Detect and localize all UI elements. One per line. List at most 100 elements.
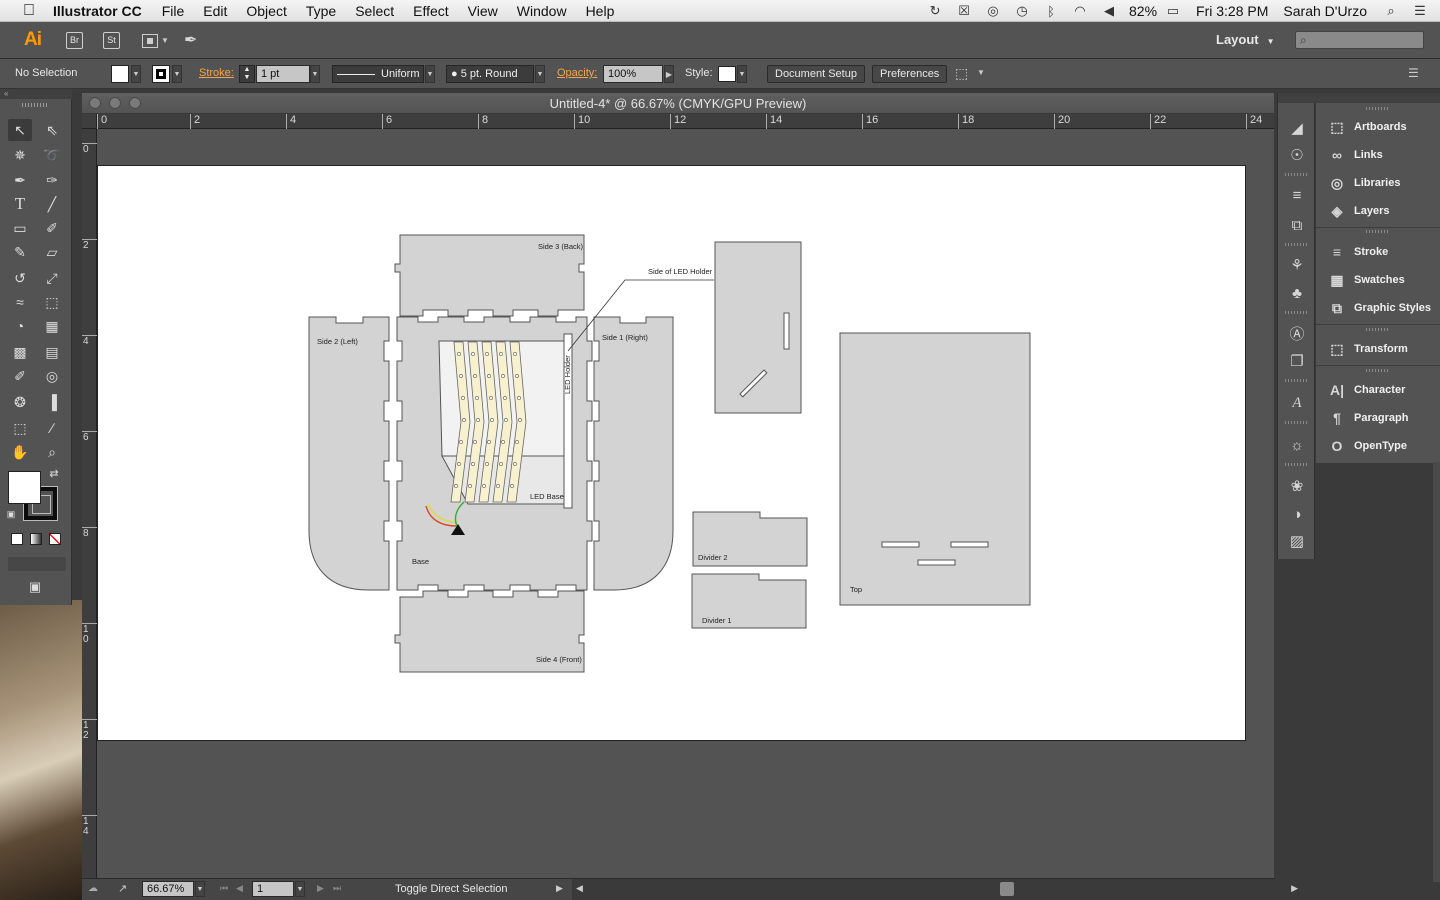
color-icon[interactable]: ❀ <box>1287 476 1307 496</box>
opacity-label[interactable]: Opacity: <box>557 67 597 79</box>
vertical-scrollbar[interactable] <box>1433 462 1440 882</box>
shaper-tool-icon[interactable]: ✎ <box>8 241 32 263</box>
preferences-button[interactable]: Preferences <box>872 65 948 83</box>
search-input[interactable]: ⌕ <box>1295 31 1424 49</box>
collapse-arrows-icon[interactable]: « <box>0 89 72 99</box>
clock[interactable]: Fri 3:28 PM <box>1196 3 1268 19</box>
creative-cloud-icon[interactable]: ◎ <box>984 3 1002 18</box>
horizontal-scrollbar[interactable]: ◀ ▶ <box>572 879 1298 900</box>
rotate-tool-icon[interactable]: ↺ <box>8 267 32 289</box>
bluetooth-icon[interactable]: ᛒ <box>1042 4 1060 19</box>
align-icon[interactable]: ≡ <box>1287 185 1307 205</box>
notification-center-icon[interactable]: ☰ <box>1411 3 1429 18</box>
status-menu-arrow-icon[interactable]: ▶ <box>556 883 563 894</box>
glyphs-icon[interactable]: Ⓐ <box>1287 323 1307 343</box>
blend-tool-icon[interactable]: ◎ <box>40 365 64 387</box>
curvature-tool-icon[interactable]: ✑ <box>40 169 64 191</box>
panel-grip[interactable] <box>1366 328 1388 331</box>
first-artboard-icon[interactable]: ⏮ <box>220 883 228 894</box>
sync-status-icon[interactable]: ↻ <box>926 3 944 18</box>
stroke-weight-stepper[interactable]: ▲ ▼ <box>239 65 255 83</box>
panel-grip[interactable] <box>1366 107 1388 110</box>
direct-selection-tool-icon[interactable]: ⇖ <box>40 119 64 141</box>
panel-grip[interactable] <box>1285 463 1307 466</box>
stroke-weight-dropdown[interactable]: ▼ <box>310 65 320 83</box>
collapse-arrows-icon[interactable] <box>1316 93 1440 103</box>
graphic-style-dropdown[interactable]: ▼ <box>737 65 747 83</box>
isolate-object-icon[interactable]: ⬚ <box>955 65 968 82</box>
opacity-slider-toggle[interactable]: ▶ <box>664 65 674 83</box>
color-guide-icon[interactable]: ◢ <box>1287 118 1307 138</box>
drawing-modes[interactable] <box>8 557 66 571</box>
panel-paragraph[interactable]: ¶ Paragraph <box>1316 404 1440 432</box>
menu-object[interactable]: Object <box>246 3 286 19</box>
app-menu[interactable]: Illustrator CC <box>53 3 142 19</box>
transparency-icon[interactable]: ◑ <box>1287 504 1307 524</box>
menu-edit[interactable]: Edit <box>203 3 227 19</box>
eyedropper-tool-icon[interactable]: ✐ <box>8 365 32 387</box>
panel-grip[interactable] <box>1366 369 1388 372</box>
artboard-tool-icon[interactable]: ⬚ <box>8 417 32 439</box>
collapse-arrows-icon[interactable] <box>1278 93 1316 103</box>
rectangle-tool-icon[interactable]: ▭ <box>8 217 32 239</box>
menu-view[interactable]: View <box>468 3 498 19</box>
variable-width-profile[interactable]: Uniform <box>332 65 424 83</box>
panel-grip[interactable] <box>1285 379 1307 382</box>
hand-tool-icon[interactable]: ✋ <box>8 441 32 463</box>
scale-tool-icon[interactable]: ⤢ <box>40 267 64 289</box>
vertical-ruler[interactable]: 0 2 4 6 8 10 12 14 <box>82 129 97 878</box>
stock-button[interactable]: St <box>103 32 120 49</box>
volume-icon[interactable]: ◀ <box>1100 3 1118 18</box>
stroke-color-dropdown[interactable]: ▼ <box>172 65 182 83</box>
export-icon[interactable]: ↗ <box>118 882 127 895</box>
arrange-documents-button[interactable]: ▼ <box>142 32 172 49</box>
panel-grip[interactable] <box>22 103 48 107</box>
zoom-level-input[interactable]: 66.67% <box>142 881 194 897</box>
apple-menu-icon[interactable]:  <box>19 2 39 20</box>
fill-swatch[interactable] <box>111 65 129 83</box>
none-mode-button[interactable] <box>49 533 61 545</box>
shape-builder-tool-icon[interactable]: ◔ <box>8 315 32 337</box>
pathfinder-icon[interactable]: ⧉ <box>1287 215 1307 235</box>
scroll-left-icon[interactable]: ◀ <box>576 883 583 894</box>
fill-color-swatch[interactable] <box>8 471 41 504</box>
image-trace-icon[interactable]: ☉ <box>1287 145 1307 165</box>
brushes-icon[interactable]: ⚘ <box>1287 255 1307 275</box>
stroke-swatch[interactable] <box>152 65 170 83</box>
panel-grip[interactable] <box>1285 421 1307 424</box>
document-title-bar[interactable]: Untitled-4* @ 66.67% (CMYK/GPU Preview) <box>82 93 1274 114</box>
panel-menu-icon[interactable]: ☰ <box>1408 66 1419 80</box>
workspace-switcher[interactable]: Layout ▼ <box>1216 32 1275 47</box>
gradient-tool-icon[interactable]: ▤ <box>40 341 64 363</box>
stroke-label[interactable]: Stroke: <box>199 67 234 79</box>
swap-fill-stroke-icon[interactable]: ⇄ <box>46 465 62 481</box>
fill-dropdown[interactable]: ▼ <box>131 65 141 83</box>
artboard[interactable]: Side 3 (Back) Side 2 (Left) Side 1 (Righ… <box>97 165 1246 741</box>
creative-cloud-sync-icon[interactable]: ☁ <box>88 883 98 894</box>
profile-dropdown[interactable]: ▼ <box>425 65 435 83</box>
opacity-input[interactable]: 100% <box>603 65 663 83</box>
scroll-right-icon[interactable]: ▶ <box>1291 883 1298 894</box>
perspective-grid-tool-icon[interactable]: ▦ <box>40 315 64 337</box>
menu-window[interactable]: Window <box>517 3 567 19</box>
canvas[interactable]: Side 3 (Back) Side 2 (Left) Side 1 (Righ… <box>97 129 1274 878</box>
color-mode-button[interactable] <box>11 533 23 545</box>
paintbrush-tool-icon[interactable]: ✐ <box>40 217 64 239</box>
free-transform-tool-icon[interactable]: ⬚ <box>40 291 64 313</box>
brush-definition[interactable]: ● 5 pt. Round <box>446 65 534 83</box>
mesh-tool-icon[interactable]: ▩ <box>8 341 32 363</box>
bridge-button[interactable]: Br <box>66 32 83 49</box>
symbols-icon[interactable]: ♣ <box>1287 283 1307 303</box>
panel-grip[interactable] <box>1366 230 1388 233</box>
panel-layers[interactable]: ◈ Layers <box>1316 197 1440 225</box>
screen-mode-icon[interactable]: ▣ <box>22 577 48 597</box>
gradient-mode-button[interactable] <box>30 533 42 545</box>
last-artboard-icon[interactable]: ⏭ <box>333 883 341 894</box>
next-artboard-icon[interactable]: ▶ <box>317 883 324 894</box>
artboard-number-input[interactable]: 1 <box>252 881 294 897</box>
panel-stroke[interactable]: ≡ Stroke <box>1316 238 1440 266</box>
selection-tool-icon[interactable]: ↖ <box>8 119 32 141</box>
gradient-icon[interactable]: ▨ <box>1287 531 1307 551</box>
symbol-sprayer-tool-icon[interactable]: ❂ <box>8 391 32 413</box>
panel-character[interactable]: A| Character <box>1316 376 1440 404</box>
